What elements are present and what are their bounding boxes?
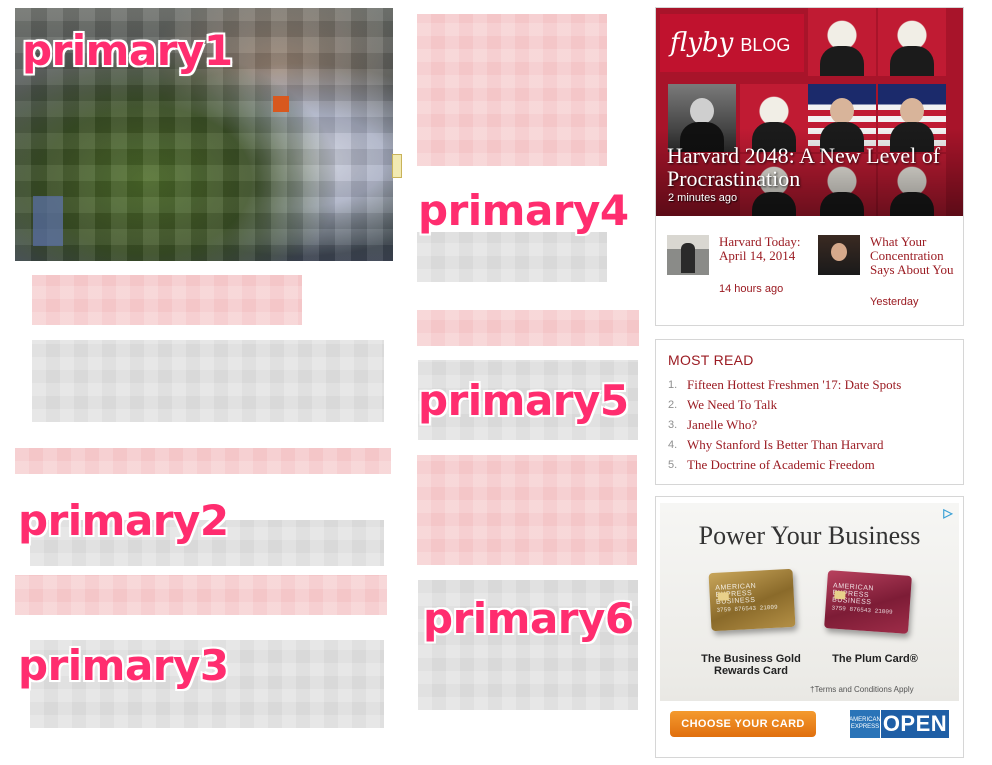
ad-headline: Power Your Business <box>698 521 921 550</box>
marker <box>392 154 402 178</box>
choose-your-card-button[interactable]: CHOOSE YOUR CARD <box>670 711 816 737</box>
plum-card-caption: The Plum Card® <box>832 653 918 665</box>
most-read-item[interactable]: 2. We Need To Talk <box>668 397 958 415</box>
primary6-label: primary6 <box>423 594 634 643</box>
story-timestamp: 14 hours ago <box>719 283 784 295</box>
flyby-blog-widget: flyby BLOG Harvard 2048: A New Level of … <box>655 7 964 326</box>
flyby-logo-blog: BLOG <box>740 34 791 55</box>
most-read-item[interactable]: 4. Why Stanford Is Better Than Harvard <box>668 437 958 455</box>
primary3-label: primary3 <box>18 641 229 690</box>
ad-creative[interactable]: ▷ Power Your Business AMERICAN EXPRESS B… <box>660 503 959 747</box>
primary4-summary <box>417 232 607 282</box>
most-read-heading: MOST READ <box>668 352 754 368</box>
gold-card-image[interactable]: AMERICAN EXPRESS BUSINESS 3759 876543 21… <box>708 568 796 632</box>
most-read-number: 5. <box>668 459 678 471</box>
most-read-link[interactable]: The Doctrine of Academic Freedom <box>687 457 875 473</box>
amex-logo: AMERICAN EXPRESS <box>849 710 881 738</box>
most-read-link[interactable]: We Need To Talk <box>687 397 777 413</box>
story-thumbnail[interactable] <box>818 235 860 275</box>
adchoices-icon[interactable]: ▷ <box>941 506 955 520</box>
ad-terms: †Terms and Conditions Apply <box>810 685 914 694</box>
hero-tile <box>808 8 876 76</box>
ad-footer: CHOOSE YOUR CARD AMERICAN EXPRESS OPEN <box>660 701 959 747</box>
image-detail <box>33 196 63 246</box>
hero-tile <box>878 8 946 76</box>
most-read-link[interactable]: Fifteen Hottest Freshmen '17: Date Spots <box>687 377 901 393</box>
image-detail <box>273 96 289 112</box>
most-read-widget: MOST READ 1. Fifteen Hottest Freshmen '1… <box>655 339 964 485</box>
primary1-summary <box>32 340 384 422</box>
primary5-headline[interactable] <box>417 310 639 346</box>
primary4-label: primary4 <box>418 186 629 235</box>
flyby-hero[interactable]: flyby BLOG Harvard 2048: A New Level of … <box>656 8 963 216</box>
card-chip <box>717 592 729 601</box>
most-read-link[interactable]: Why Stanford Is Better Than Harvard <box>687 437 884 453</box>
most-read-item[interactable]: 5. The Doctrine of Academic Freedom <box>668 457 958 475</box>
primary3-headline[interactable] <box>15 575 387 615</box>
open-logo: OPEN <box>881 710 949 738</box>
primary1-label: primary1 <box>22 26 233 75</box>
primary6-headline[interactable] <box>417 455 637 565</box>
plum-card-image[interactable]: AMERICAN EXPRESS BUSINESS 3759 876543 21… <box>824 570 912 634</box>
advertisement[interactable]: ▷ Power Your Business AMERICAN EXPRESS B… <box>655 496 964 758</box>
primary1-headline[interactable] <box>32 275 302 325</box>
most-read-number: 1. <box>668 379 678 391</box>
flyby-logo-word: flyby <box>670 28 734 58</box>
primary4-headline[interactable] <box>417 14 607 166</box>
primary2-headline[interactable] <box>15 448 391 474</box>
primary5-label: primary5 <box>418 376 629 425</box>
story-title-link[interactable]: What Your Concentration Says About You <box>870 235 966 277</box>
hero-headline-link[interactable]: Harvard 2048: A New Level of Procrastina… <box>667 144 959 190</box>
most-read-item[interactable]: 3. Janelle Who? <box>668 417 958 435</box>
flyby-logo[interactable]: flyby BLOG <box>660 14 804 72</box>
hero-timestamp: 2 minutes ago <box>668 192 738 204</box>
story-thumbnail[interactable] <box>667 235 709 275</box>
gold-card-caption: The Business Gold Rewards Card <box>701 653 801 677</box>
primary2-label: primary2 <box>18 496 229 545</box>
most-read-number: 2. <box>668 399 678 411</box>
story-timestamp: Yesterday <box>870 296 919 308</box>
most-read-link[interactable]: Janelle Who? <box>687 417 757 433</box>
most-read-item[interactable]: 1. Fifteen Hottest Freshmen '17: Date Sp… <box>668 377 958 395</box>
most-read-number: 3. <box>668 419 678 431</box>
card-chip <box>834 590 846 600</box>
story-title-link[interactable]: Harvard Today: April 14, 2014 <box>719 235 815 263</box>
most-read-number: 4. <box>668 439 678 451</box>
